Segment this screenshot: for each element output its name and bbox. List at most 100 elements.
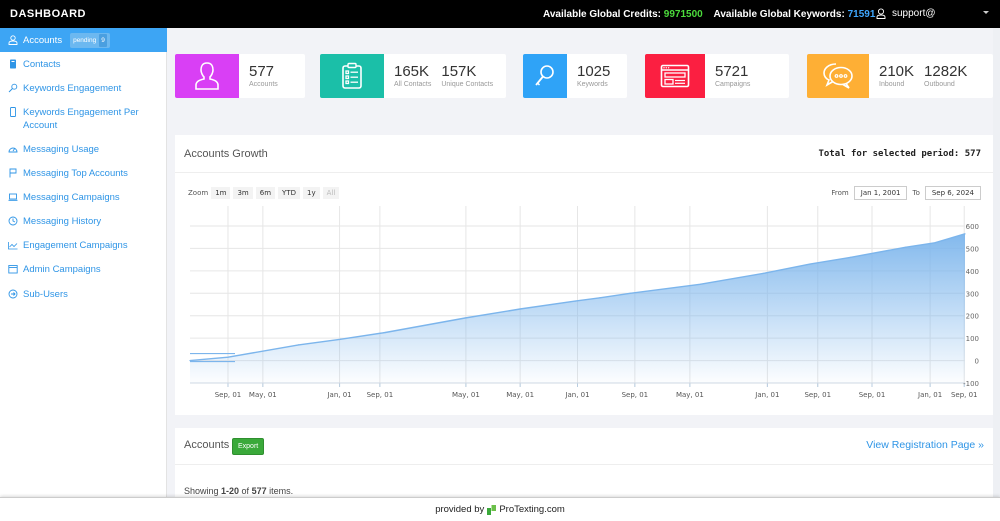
sidebar-item-sub-users[interactable]: Sub-Users [0,288,167,301]
sidebar-item-label: Messaging Top Accounts [23,168,128,179]
data-point [629,292,631,294]
y-tick-label: 0 [975,358,979,366]
stat-card-messages[interactable]: 210K Inbound 1282K Outbound [807,54,993,98]
stat-card-campaigns[interactable]: 5721 Campaigns [645,54,789,98]
user-icon [876,8,886,19]
sidebar-item-contacts[interactable]: Contacts [0,58,167,71]
stat-label: Keywords [577,81,608,88]
data-point [519,308,521,310]
x-tick-label: Sep, 01 [804,391,831,399]
stat-card-contacts[interactable]: 165K All Contacts 157K Unique Contacts [320,54,506,98]
calendar-icon [8,265,18,274]
credits-value: 9971500 [663,9,703,20]
stat-value: 157K [441,63,477,80]
stat-label: All Contacts [394,81,432,88]
summary-suffix: items. [266,486,294,496]
sidebar-item-messaging-campaigns[interactable]: Messaging Campaigns [0,191,167,204]
stat-outbound: 1282K Outbound [924,64,967,98]
user-icon [195,62,219,90]
line-chart-icon [8,242,18,250]
chevron-down-icon[interactable] [983,11,989,14]
data-point [849,256,851,258]
keywords-value: 71591 [847,9,876,20]
divider [175,464,993,465]
x-tick-label: May, 01 [249,391,277,399]
provided-by-text: provided by [435,504,485,515]
x-tick-label: Jan, 01 [754,391,779,399]
address-book-icon [10,59,16,69]
stat-card-accounts[interactable]: 577 Accounts [175,54,305,98]
sidebar-item-label: Messaging Usage [23,144,100,155]
pending-count: 9 [99,33,107,47]
stat-value: 165K [394,63,430,80]
key-icon [535,65,554,86]
chat-bubbles-icon [823,63,853,89]
stat-icon-box [645,54,705,98]
panel-title: Accounts [184,439,230,451]
data-point [809,263,811,265]
export-button[interactable]: Export [232,438,265,455]
sidebar-item-engagement-campaigns[interactable]: Engagement Campaigns [0,239,167,252]
data-point [464,317,466,319]
sidebar-item-label: Sub-Users [23,289,68,300]
x-tick-label: Sep, 01 [859,391,886,399]
accounts-panel: Accounts Export View Registration Page »… [175,428,993,498]
stat-label: Outbound [924,81,955,88]
data-point [227,356,229,358]
x-tick-label: May, 01 [506,391,534,399]
global-credits-info: Available Global Credits: 9971500 Availa… [543,9,875,20]
dashboard-title[interactable]: DASHBOARD [10,8,86,20]
pending-badge-label: pending [73,36,97,44]
user-menu[interactable]: support@ [876,8,936,19]
sidebar-item-keywords-engagement-per-account[interactable]: Keywords Engagement Per Account [0,106,167,132]
sidebar-item-label: Messaging Campaigns [23,192,120,203]
data-point [764,272,766,274]
sidebar-item-label: Keywords Engagement [23,83,122,94]
stat-icon-box [523,54,567,98]
accounts-growth-chart[interactable]: 600 500 400 300 200 100 0 -100 Sep, 01 May, 01 Jan… [175,135,993,415]
summary-total: 577 [251,486,267,496]
x-tick-label: May, 01 [452,391,480,399]
stat-campaigns: 5721 Campaigns [715,64,750,98]
x-tick-label: May, 01 [676,391,704,399]
sidebar-item-messaging-history[interactable]: Messaging History [0,215,167,228]
browser-window-icon [660,64,690,88]
data-point [339,338,341,340]
x-tick-label: Sep, 01 [367,391,394,399]
username: support@ [892,8,936,19]
page-scrollbar[interactable] [993,28,1000,498]
stat-accounts: 577 Accounts [249,64,278,98]
credits-label: Available Global Credits: [543,9,661,20]
sidebar-item-accounts[interactable]: Accounts pending 9 [0,28,167,52]
sidebar: Accounts pending 9 Contacts Keywords Enga… [0,28,167,498]
stat-value: 5721 [715,63,749,80]
y-tick-label: 300 [966,290,979,298]
keywords-label: Available Global Keywords: [713,9,845,20]
stat-card-keywords[interactable]: 1025 Keywords [523,54,627,98]
view-registration-link[interactable]: View Registration Page » [866,439,984,451]
stat-all-contacts: 165K All Contacts [394,64,431,98]
protexting-link[interactable]: ProTexting.com [499,504,564,515]
data-point [904,246,906,248]
y-tick-label: 400 [966,268,979,276]
data-point [934,242,936,244]
stat-icon-box [175,54,239,98]
sidebar-item-messaging-top-accounts[interactable]: Messaging Top Accounts [0,167,167,180]
sidebar-item-keywords-engagement[interactable]: Keywords Engagement [0,82,167,95]
sidebar-item-label: Engagement Campaigns [23,240,128,251]
y-tick-label: 100 [966,335,979,343]
x-tick-label: Sep, 01 [622,391,649,399]
flag-icon [9,168,17,178]
protexting-logo-icon [487,504,497,515]
user-icon [8,35,18,45]
data-point [574,300,576,302]
sidebar-item-messaging-usage[interactable]: Messaging Usage [0,143,167,156]
pagination-summary: Showing 1-20 of 577 items. [184,486,293,496]
stat-unique-contacts: 157K Unique Contacts [441,64,493,98]
data-point [964,233,966,235]
mobile-icon [10,107,16,117]
sidebar-item-admin-campaigns[interactable]: Admin Campaigns [0,263,167,276]
x-tick-label: Jan, 01 [326,391,351,399]
stat-label: Accounts [249,81,278,88]
sidebar-item-label: Messaging History [23,216,102,227]
